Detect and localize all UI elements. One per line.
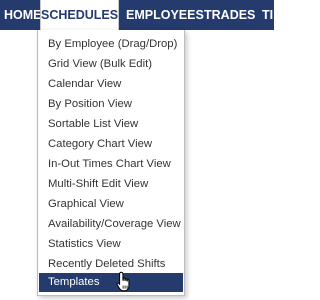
menu-item-statistics-view[interactable]: Statistics View — [39, 235, 183, 254]
menu-item-by-position-view[interactable]: By Position View — [39, 95, 183, 114]
menu-item-graphical-view[interactable]: Graphical View — [39, 195, 183, 214]
menu-item-in-out-times-chart-view[interactable]: In-Out Times Chart View — [39, 155, 183, 174]
menu-item-sortable-list-view[interactable]: Sortable List View — [39, 115, 183, 134]
nav-time[interactable]: TI — [262, 0, 273, 30]
menu-item-templates[interactable]: Templates — [39, 273, 183, 292]
schedules-dropdown-menu: By Employee (Drag/Drop) Grid View (Bulk … — [37, 30, 185, 296]
nav-trades[interactable]: TRADES — [204, 0, 255, 30]
menu-item-category-chart-view[interactable]: Category Chart View — [39, 135, 183, 154]
nav-schedules[interactable]: SCHEDULES — [40, 0, 119, 30]
menu-item-calendar-view[interactable]: Calendar View — [39, 75, 183, 94]
menu-item-multi-shift-edit-view[interactable]: Multi-Shift Edit View — [39, 175, 183, 194]
top-navbar: HOME SCHEDULES EMPLOYEES TRADES TI — [0, 0, 274, 30]
menu-item-availability-coverage-view[interactable]: Availability/Coverage View — [39, 215, 183, 234]
menu-item-grid-view[interactable]: Grid View (Bulk Edit) — [39, 55, 183, 74]
nav-employees[interactable]: EMPLOYEES — [126, 0, 204, 30]
menu-item-by-employee[interactable]: By Employee (Drag/Drop) — [39, 35, 183, 54]
menu-item-recently-deleted-shifts[interactable]: Recently Deleted Shifts — [39, 255, 183, 274]
nav-home[interactable]: HOME — [4, 0, 42, 30]
